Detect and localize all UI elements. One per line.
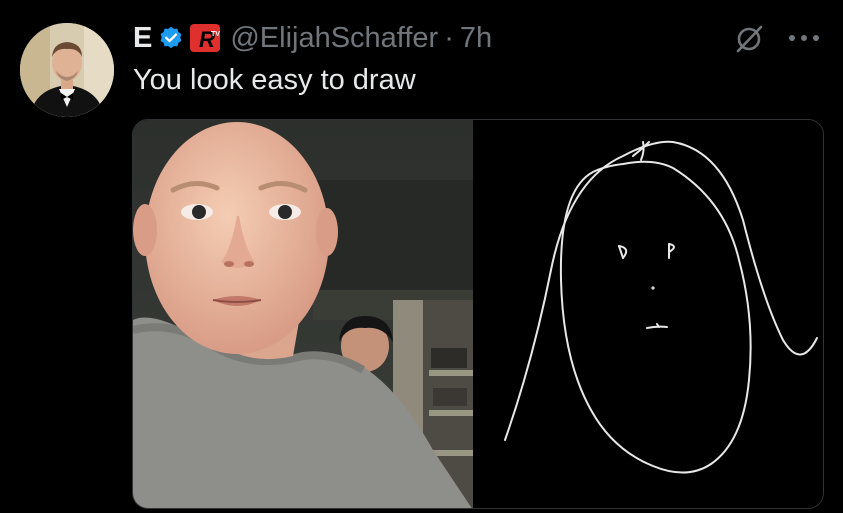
more-icon[interactable]: [788, 34, 820, 42]
timestamp[interactable]: 7h: [460, 18, 492, 58]
display-name[interactable]: E: [133, 18, 152, 58]
svg-text:TV: TV: [211, 31, 220, 38]
grok-icon[interactable]: [734, 24, 764, 54]
tweet-text: You look easy to draw: [133, 64, 416, 96]
tweet[interactable]: E R TV @ElijahSchaffer · 7h You look eas…: [0, 0, 843, 513]
selfie-image: [133, 120, 473, 508]
handle[interactable]: @ElijahSchaffer: [230, 18, 438, 58]
tweet-header: E R TV @ElijahSchaffer · 7h: [133, 18, 492, 58]
selfie-photo[interactable]: [133, 120, 473, 508]
avatar-image: [20, 23, 114, 117]
separator-dot: ·: [444, 22, 454, 54]
tweet-media[interactable]: [132, 119, 824, 509]
verified-badge-icon: [158, 25, 184, 51]
avatar[interactable]: [20, 23, 114, 117]
drawing-image: [504, 140, 818, 474]
brand-badge-icon: R TV: [190, 24, 221, 52]
line-drawing[interactable]: [473, 120, 823, 508]
